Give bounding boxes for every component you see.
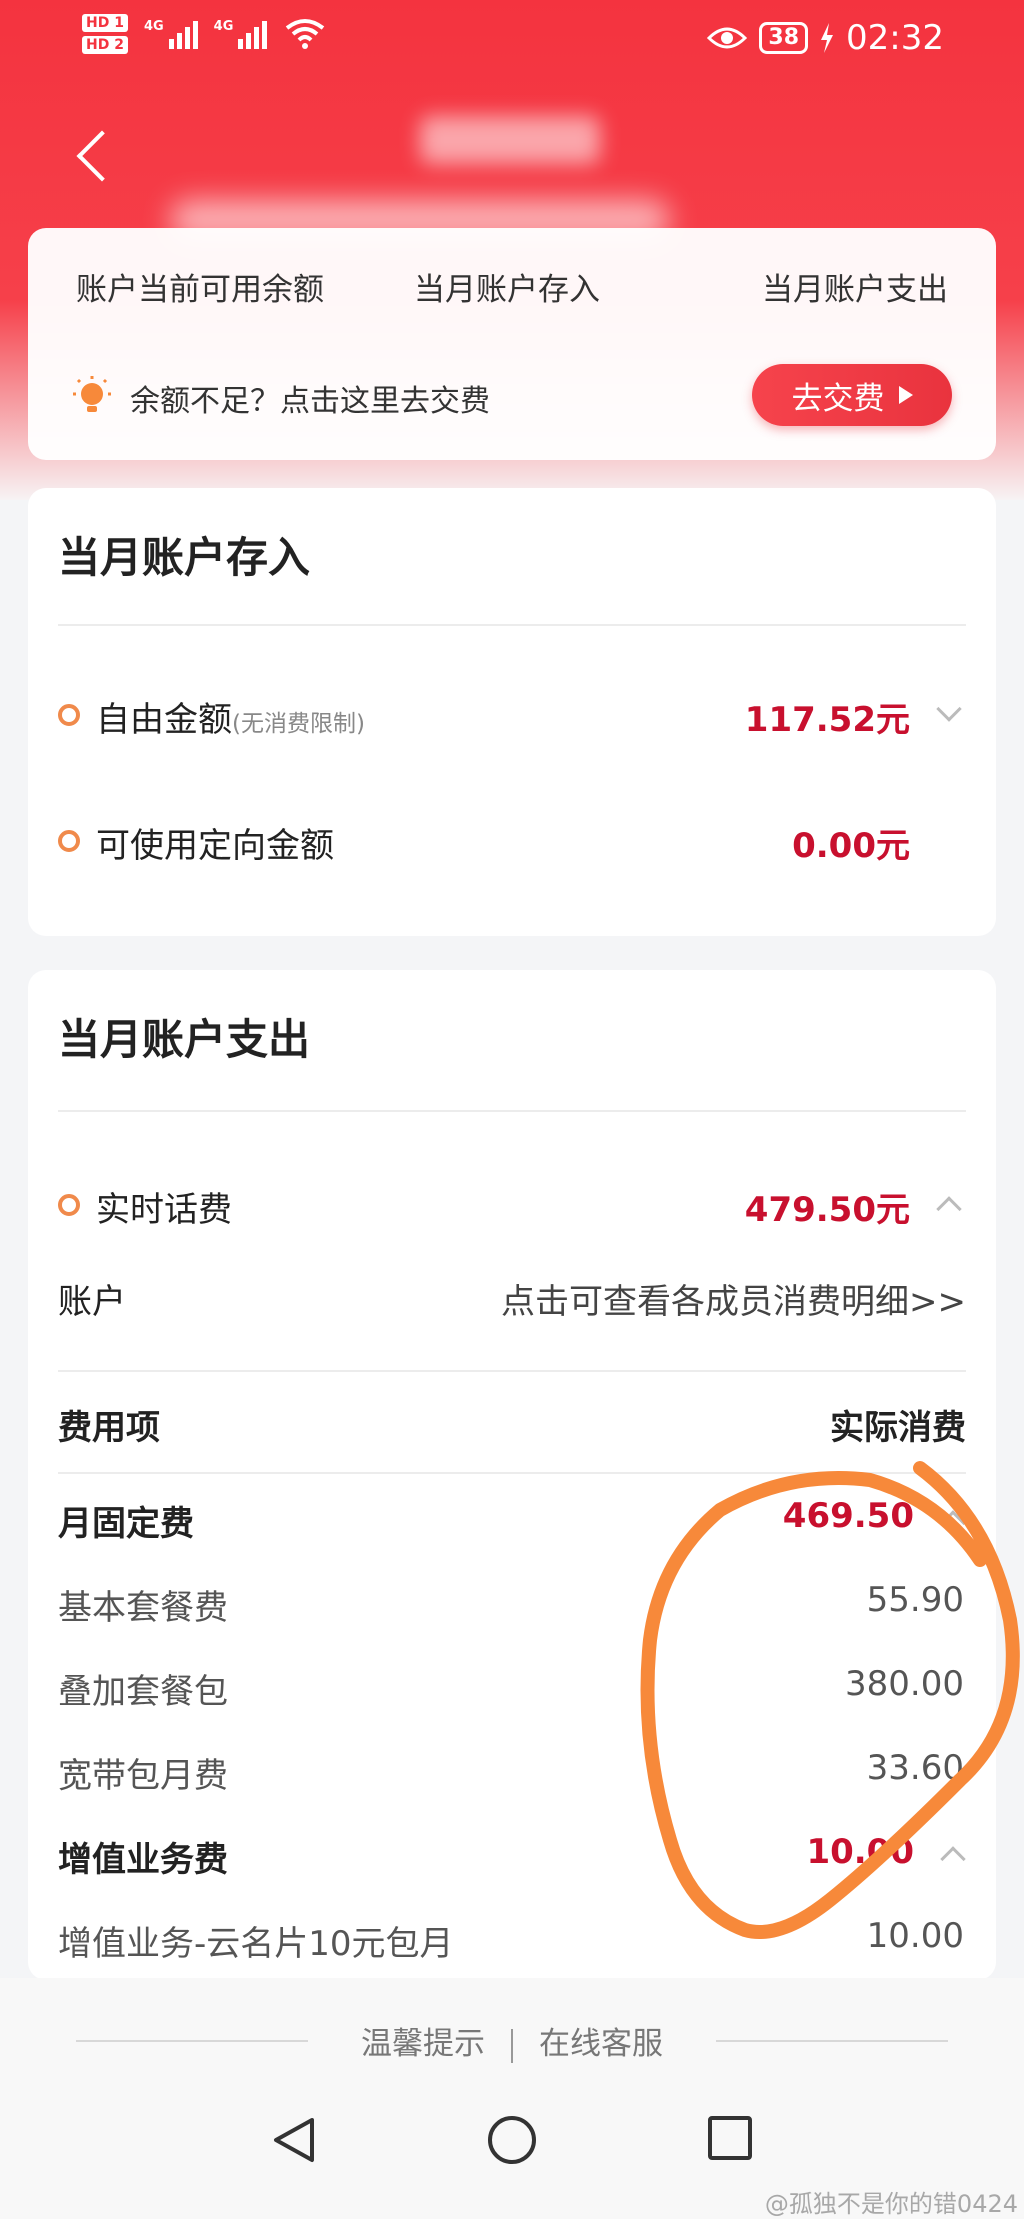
fee-row-label: 叠加套餐包 (58, 1672, 228, 1712)
directed-amount-label: 可使用定向金额 (96, 826, 334, 866)
member-detail-link[interactable]: 点击可查看各成员消费明细>> (501, 1274, 966, 1323)
fee-row-value-added[interactable]: 增值业务费 10.00 (58, 1826, 966, 1882)
signal-1-icon: 4G (144, 19, 198, 49)
footer-bar: 温馨提示 在线客服 (0, 1978, 1024, 2219)
free-amount-label: 自由金额(无消费限制) (96, 700, 365, 740)
fee-item-header: 费用项 (58, 1408, 160, 1448)
hd2-badge: HD 2 (82, 36, 128, 54)
expense-card-title: 当月账户支出 (58, 1015, 311, 1064)
fee-row-addon-package: 叠加套餐包 380.00 (58, 1658, 966, 1714)
fee-row-value: 469.50 (782, 1496, 914, 1536)
realtime-fee-value: 479.50元 (744, 1190, 910, 1230)
chevron-up-icon[interactable] (940, 1846, 966, 1872)
low-balance-tip[interactable]: 余额不足？点击这里去交费 去交费 (72, 364, 952, 426)
fee-row-label: 基本套餐费 (58, 1588, 228, 1628)
chevron-down-icon[interactable] (936, 696, 962, 722)
bullet-dot-icon (58, 1194, 80, 1216)
summary-card: 账户当前可用余额 当月账户存入 当月账户支出 余额不足？点击这里去交费 去交费 (28, 228, 996, 460)
fee-row-label: 月固定费 (58, 1504, 194, 1544)
play-arrow-icon (898, 386, 913, 404)
charging-icon (821, 23, 834, 53)
hd-indicators: HD 1 HD 2 (82, 14, 128, 54)
free-amount-value: 117.52元 (744, 700, 910, 740)
fee-row-monthly-fixed[interactable]: 月固定费 469.50 (58, 1490, 966, 1546)
go-pay-button[interactable]: 去交费 (752, 364, 952, 426)
available-balance-label: 账户当前可用余额 (76, 272, 324, 308)
nav-back-icon[interactable] (272, 2116, 316, 2164)
month-deposit-label: 当月账户存入 (414, 272, 600, 308)
deposit-card: 当月账户存入 自由金额(无消费限制) 117.52元 可使用定向金额 0.00元 (28, 488, 996, 936)
fee-row-cloud-card: 增值业务-云名片10元包月 10.00 (58, 1910, 966, 1966)
fee-row-broadband: 宽带包月费 33.60 (58, 1742, 966, 1798)
chevron-up-icon[interactable] (940, 1510, 966, 1536)
wifi-icon (286, 19, 325, 49)
fee-row-value: 55.90 (866, 1580, 964, 1620)
network-type-1: 4G (143, 19, 164, 34)
fee-row-label: 增值业务-云名片10元包月 (58, 1924, 454, 1964)
directed-amount-row: 可使用定向金额 0.00元 (58, 810, 966, 870)
eye-icon (707, 27, 748, 49)
tips-link[interactable]: 温馨提示 (361, 2026, 485, 2062)
fee-row-label: 宽带包月费 (58, 1756, 228, 1796)
battery-level: 38 (759, 22, 809, 54)
watermark: @孤独不是你的错0424 (764, 2190, 1018, 2218)
fee-row-basic-plan: 基本套餐费 55.90 (58, 1574, 966, 1630)
chevron-up-icon[interactable] (936, 1196, 962, 1222)
page-title-redacted (420, 116, 600, 164)
nav-recent-apps-icon[interactable] (708, 2116, 752, 2160)
month-expense-label: 当月账户支出 (762, 272, 948, 308)
fee-row-value: 380.00 (845, 1664, 964, 1704)
nav-home-icon[interactable] (488, 2116, 536, 2164)
realtime-fee-label: 实时话费 (96, 1190, 232, 1230)
tip-text[interactable]: 余额不足？点击这里去交费 (130, 376, 490, 420)
fee-divider-head (58, 1472, 966, 1474)
hd1-badge: HD 1 (82, 14, 128, 32)
actual-consumption-header: 实际消费 (830, 1408, 966, 1448)
signal-2-icon: 4G (214, 19, 268, 49)
bullet-dot-icon (58, 830, 80, 852)
footer-links: 温馨提示 在线客服 (0, 2018, 1024, 2063)
status-bar: HD 1 HD 2 4G 4G 38 02:32 (0, 0, 1024, 78)
clock: 02:32 (846, 18, 944, 58)
free-amount-note: (无消费限制) (232, 711, 365, 737)
expense-card: 当月账户支出 实时话费 479.50元 账户 点击可查看各成员消费明细>> 费用… (28, 970, 996, 1980)
go-pay-label: 去交费 (791, 380, 885, 417)
deposit-divider (58, 624, 966, 626)
deposit-card-title: 当月账户存入 (58, 533, 311, 582)
network-type-2: 4G (213, 19, 234, 34)
fee-table-header: 费用项 实际消费 (58, 1394, 966, 1454)
online-service-link[interactable]: 在线客服 (539, 2026, 663, 2062)
account-label: 账户 (58, 1282, 126, 1322)
lightbulb-icon (73, 376, 111, 412)
realtime-fee-row[interactable]: 实时话费 479.50元 (58, 1174, 966, 1234)
fee-divider-top (58, 1370, 966, 1372)
directed-amount-value: 0.00元 (792, 826, 910, 866)
status-left: HD 1 HD 2 4G 4G (82, 14, 325, 54)
footer-separator (511, 2028, 513, 2063)
free-amount-row[interactable]: 自由金额(无消费限制) 117.52元 (58, 684, 966, 744)
fee-row-value: 33.60 (866, 1748, 964, 1788)
expense-divider (58, 1110, 966, 1112)
fee-row-label: 增值业务费 (58, 1840, 228, 1880)
status-right: 38 02:32 (707, 18, 944, 58)
fee-row-value: 10.00 (866, 1916, 964, 1956)
fee-row-value: 10.00 (806, 1832, 914, 1872)
account-row[interactable]: 账户 点击可查看各成员消费明细>> (58, 1266, 966, 1326)
bullet-dot-icon (58, 704, 80, 726)
summary-labels: 账户当前可用余额 当月账户存入 当月账户支出 (28, 264, 996, 314)
